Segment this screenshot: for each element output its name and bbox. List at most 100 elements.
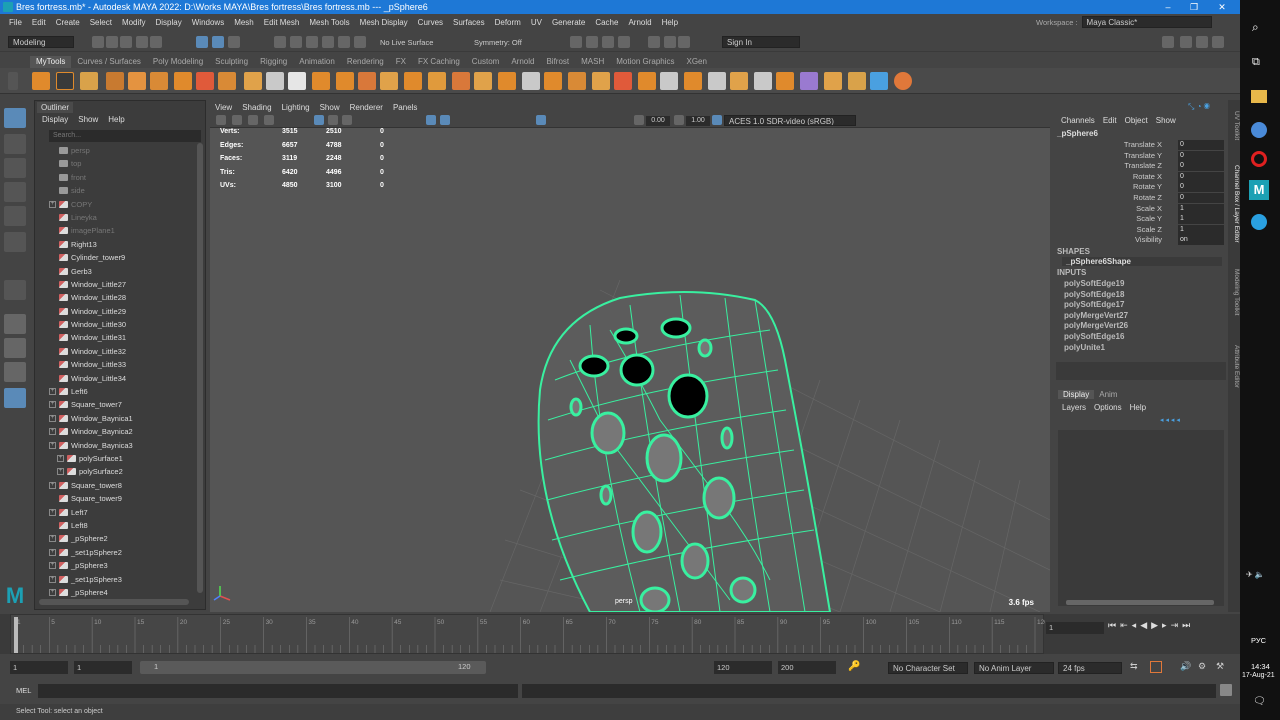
- shelf-tool-25-icon[interactable]: [592, 72, 610, 90]
- pause-icon[interactable]: [678, 36, 690, 48]
- shelf-tab-fx[interactable]: FX: [390, 56, 412, 68]
- magnet-icon[interactable]: [354, 36, 366, 48]
- grid-toggle-icon[interactable]: [314, 115, 324, 125]
- menu-deform[interactable]: Deform: [490, 18, 526, 27]
- shelf-tab-custom[interactable]: Custom: [466, 56, 506, 68]
- channel-value-field[interactable]: 0: [1178, 193, 1224, 203]
- channel-box-toggle-icon[interactable]: [1180, 36, 1192, 48]
- expand-icon[interactable]: +: [49, 441, 56, 449]
- channel-label[interactable]: Translate Z: [1052, 161, 1162, 170]
- range-bar[interactable]: 1 120: [140, 661, 486, 674]
- outliner-item[interactable]: side: [35, 184, 205, 197]
- outliner-item[interactable]: + Window_Baynica2: [35, 425, 205, 438]
- shelf-tool-13-icon[interactable]: [312, 72, 330, 90]
- expand-icon[interactable]: +: [49, 575, 56, 583]
- sound-icon[interactable]: 🔊: [1180, 661, 1191, 672]
- menu-windows[interactable]: Windows: [187, 18, 229, 27]
- expand-icon[interactable]: +: [49, 388, 56, 396]
- outliner-layout-icon[interactable]: [4, 388, 26, 408]
- menu-file[interactable]: File: [4, 18, 27, 27]
- two-view-icon[interactable]: [4, 362, 26, 382]
- expand-icon[interactable]: +: [49, 535, 56, 543]
- mel-input[interactable]: [38, 684, 518, 698]
- shelf-tool-7-icon[interactable]: [174, 72, 192, 90]
- shelf-tool-31-icon[interactable]: [730, 72, 748, 90]
- shelf-tool-8-icon[interactable]: [196, 72, 214, 90]
- shelf-tool-32-icon[interactable]: [754, 72, 772, 90]
- select-component-icon[interactable]: [228, 36, 240, 48]
- channel-label[interactable]: Scale Z: [1052, 225, 1162, 234]
- channel-box-icons[interactable]: ⤡ ◔ ◉: [1188, 102, 1224, 112]
- shelf-tool-10-icon[interactable]: [244, 72, 262, 90]
- expand-icon[interactable]: +: [49, 481, 56, 489]
- step-back-key-icon[interactable]: ⇤: [1120, 620, 1128, 631]
- shelf-tool-16-icon[interactable]: [380, 72, 398, 90]
- live-surface-label[interactable]: No Live Surface: [380, 38, 433, 47]
- smooth-shade-icon[interactable]: [342, 115, 352, 125]
- paint-select-icon[interactable]: [4, 158, 26, 178]
- select-hierarchy-icon[interactable]: [196, 36, 208, 48]
- outliner-item[interactable]: + Window_Baynica1: [35, 412, 205, 425]
- shelf-tool-12-icon[interactable]: [288, 72, 306, 90]
- layer-menu-layers[interactable]: Layers: [1058, 403, 1090, 412]
- snap-surface-icon[interactable]: [338, 36, 350, 48]
- shelf-tool-28-icon[interactable]: [660, 72, 678, 90]
- cb-shape-name[interactable]: _pSphere6Shape: [1062, 257, 1222, 266]
- step-forward-key-icon[interactable]: ⇥: [1171, 620, 1179, 631]
- menu-generate[interactable]: Generate: [547, 18, 590, 27]
- task-view-icon[interactable]: ⧉: [1252, 56, 1260, 69]
- vp-menu-renderer[interactable]: Renderer: [345, 103, 388, 112]
- shelf-tool-3-icon[interactable]: [80, 72, 98, 90]
- channel-label[interactable]: Scale X: [1052, 204, 1162, 213]
- menu-mesh-tools[interactable]: Mesh Tools: [304, 18, 354, 27]
- render-settings-icon[interactable]: [602, 36, 614, 48]
- layer-scrollbar[interactable]: [1066, 600, 1214, 605]
- anim-layer-dropdown[interactable]: No Anim Layer: [974, 662, 1054, 674]
- outliner-menu-display[interactable]: Display: [37, 115, 73, 124]
- go-to-end-icon[interactable]: ⏭: [1182, 620, 1190, 631]
- menu-mesh[interactable]: Mesh: [229, 18, 259, 27]
- image-plane-icon[interactable]: [264, 115, 274, 125]
- scale-tool-icon[interactable]: [4, 232, 26, 252]
- shelf-tool-33-icon[interactable]: [776, 72, 794, 90]
- save-scene-icon[interactable]: [120, 36, 132, 48]
- new-scene-icon[interactable]: [92, 36, 104, 48]
- undo-icon[interactable]: [136, 36, 148, 48]
- menu-display[interactable]: Display: [151, 18, 187, 27]
- xray-icon[interactable]: [440, 115, 450, 125]
- viewport-panel[interactable]: View Shading Lighting Show Renderer Pane…: [210, 100, 1050, 612]
- expand-icon[interactable]: +: [49, 562, 56, 570]
- anim-prefs-icon[interactable]: [1150, 661, 1162, 673]
- outliner-item[interactable]: + polySurface1: [35, 452, 205, 465]
- shelf-tab-motion-graphics[interactable]: Motion Graphics: [610, 56, 680, 68]
- outliner-item[interactable]: + Left7: [35, 506, 205, 519]
- expand-icon[interactable]: +: [49, 414, 56, 422]
- outliner-menu-show[interactable]: Show: [73, 115, 103, 124]
- gamma-field[interactable]: 1.00: [686, 116, 710, 126]
- telegram-icon[interactable]: [1251, 214, 1267, 230]
- side-tab-channel-box[interactable]: Channel Box / Layer Editor: [1228, 156, 1240, 252]
- expand-icon[interactable]: +: [49, 548, 56, 556]
- play-forward-icon[interactable]: ▶: [1151, 620, 1158, 631]
- lasso-tool-icon[interactable]: [4, 134, 26, 154]
- shelf-tool-27-icon[interactable]: [638, 72, 656, 90]
- expand-icon[interactable]: +: [49, 588, 56, 596]
- file-explorer-icon[interactable]: [1251, 90, 1267, 103]
- workspace-dropdown[interactable]: Maya Classic*: [1081, 16, 1212, 28]
- shelf-tool-36-icon[interactable]: [848, 72, 866, 90]
- shelf-tool-34-icon[interactable]: [800, 72, 818, 90]
- side-tab-attribute-editor[interactable]: Attribute Editor: [1228, 336, 1240, 396]
- shelf-tool-38-icon[interactable]: [894, 72, 912, 90]
- wireframe-icon[interactable]: [328, 115, 338, 125]
- shelf-tool-1-icon[interactable]: [32, 72, 50, 90]
- gamma-icon[interactable]: [674, 115, 684, 125]
- channel-label[interactable]: Rotate Z: [1052, 193, 1162, 202]
- layer-tab-display[interactable]: Display: [1058, 390, 1095, 399]
- shelf-tool-30-icon[interactable]: [708, 72, 726, 90]
- side-tab-modeling-toolkit[interactable]: Modeling Toolkit: [1228, 260, 1240, 324]
- camera-select-icon[interactable]: [216, 115, 226, 125]
- play-icon[interactable]: [664, 36, 676, 48]
- shelf-tool-11-icon[interactable]: [266, 72, 284, 90]
- shelf-tool-6-icon[interactable]: [150, 72, 168, 90]
- open-scene-icon[interactable]: [106, 36, 118, 48]
